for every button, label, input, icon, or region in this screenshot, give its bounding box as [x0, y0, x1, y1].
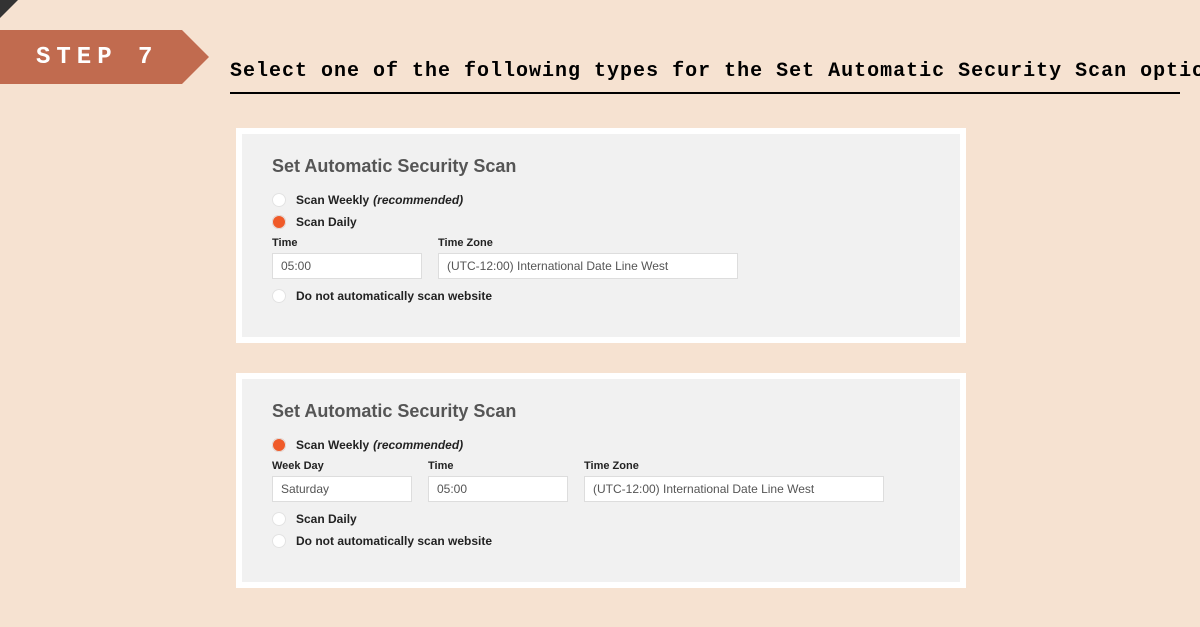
instruction-text: Select one of the following types for th…: [230, 60, 1190, 83]
radio-icon: [272, 512, 286, 526]
radio-icon: [272, 215, 286, 229]
radio-label: Scan Weekly: [296, 438, 369, 452]
instruction-underline: [230, 92, 1180, 94]
radio-icon: [272, 289, 286, 303]
radio-label: Scan Daily: [296, 215, 357, 229]
radio-scan-none[interactable]: Do not automatically scan website: [272, 289, 930, 303]
timezone-select[interactable]: (UTC-12:00) International Date Line West: [438, 253, 738, 279]
card-title: Set Automatic Security Scan: [272, 156, 930, 177]
field-row: Week Day Saturday Time 05:00 Time Zone (…: [272, 460, 930, 502]
radio-icon: [272, 193, 286, 207]
radio-icon: [272, 438, 286, 452]
radio-scan-weekly[interactable]: Scan Weekly (recommended): [272, 438, 930, 452]
scan-card-daily: Set Automatic Security Scan Scan Weekly …: [236, 128, 966, 343]
scan-card-weekly-inner: Set Automatic Security Scan Scan Weekly …: [242, 379, 960, 582]
timezone-label: Time Zone: [438, 237, 738, 249]
scan-card-daily-inner: Set Automatic Security Scan Scan Weekly …: [242, 134, 960, 337]
radio-scan-none[interactable]: Do not automatically scan website: [272, 534, 930, 548]
radio-label: Do not automatically scan website: [296, 289, 492, 303]
scan-card-weekly: Set Automatic Security Scan Scan Weekly …: [236, 373, 966, 588]
time-value: 05:00: [437, 482, 467, 496]
radio-icon: [272, 534, 286, 548]
field-timezone: Time Zone (UTC-12:00) International Date…: [438, 237, 738, 279]
recommended-tag: (recommended): [373, 438, 463, 452]
field-timezone: Time Zone (UTC-12:00) International Date…: [584, 460, 884, 502]
step-badge-label: STEP 7: [36, 44, 158, 71]
radio-scan-daily[interactable]: Scan Daily: [272, 215, 930, 229]
time-input[interactable]: 05:00: [428, 476, 568, 502]
field-time: Time 05:00: [428, 460, 568, 502]
radio-scan-weekly[interactable]: Scan Weekly (recommended): [272, 193, 930, 207]
radio-label: Scan Daily: [296, 512, 357, 526]
field-row: Time 05:00 Time Zone (UTC-12:00) Interna…: [272, 237, 930, 279]
time-value: 05:00: [281, 259, 311, 273]
cards-container: Set Automatic Security Scan Scan Weekly …: [236, 128, 966, 618]
recommended-tag: (recommended): [373, 193, 463, 207]
weekday-select[interactable]: Saturday: [272, 476, 412, 502]
timezone-value: (UTC-12:00) International Date Line West: [447, 259, 668, 273]
field-weekday: Week Day Saturday: [272, 460, 412, 502]
step-badge: STEP 7: [0, 30, 182, 84]
radio-label: Scan Weekly: [296, 193, 369, 207]
weekday-label: Week Day: [272, 460, 412, 472]
field-time: Time 05:00: [272, 237, 422, 279]
corner-decoration: [0, 0, 18, 18]
weekday-value: Saturday: [281, 482, 329, 496]
timezone-value: (UTC-12:00) International Date Line West: [593, 482, 814, 496]
timezone-select[interactable]: (UTC-12:00) International Date Line West: [584, 476, 884, 502]
timezone-label: Time Zone: [584, 460, 884, 472]
card-title: Set Automatic Security Scan: [272, 401, 930, 422]
radio-label: Do not automatically scan website: [296, 534, 492, 548]
time-label: Time: [272, 237, 422, 249]
radio-scan-daily[interactable]: Scan Daily: [272, 512, 930, 526]
time-input[interactable]: 05:00: [272, 253, 422, 279]
time-label: Time: [428, 460, 568, 472]
